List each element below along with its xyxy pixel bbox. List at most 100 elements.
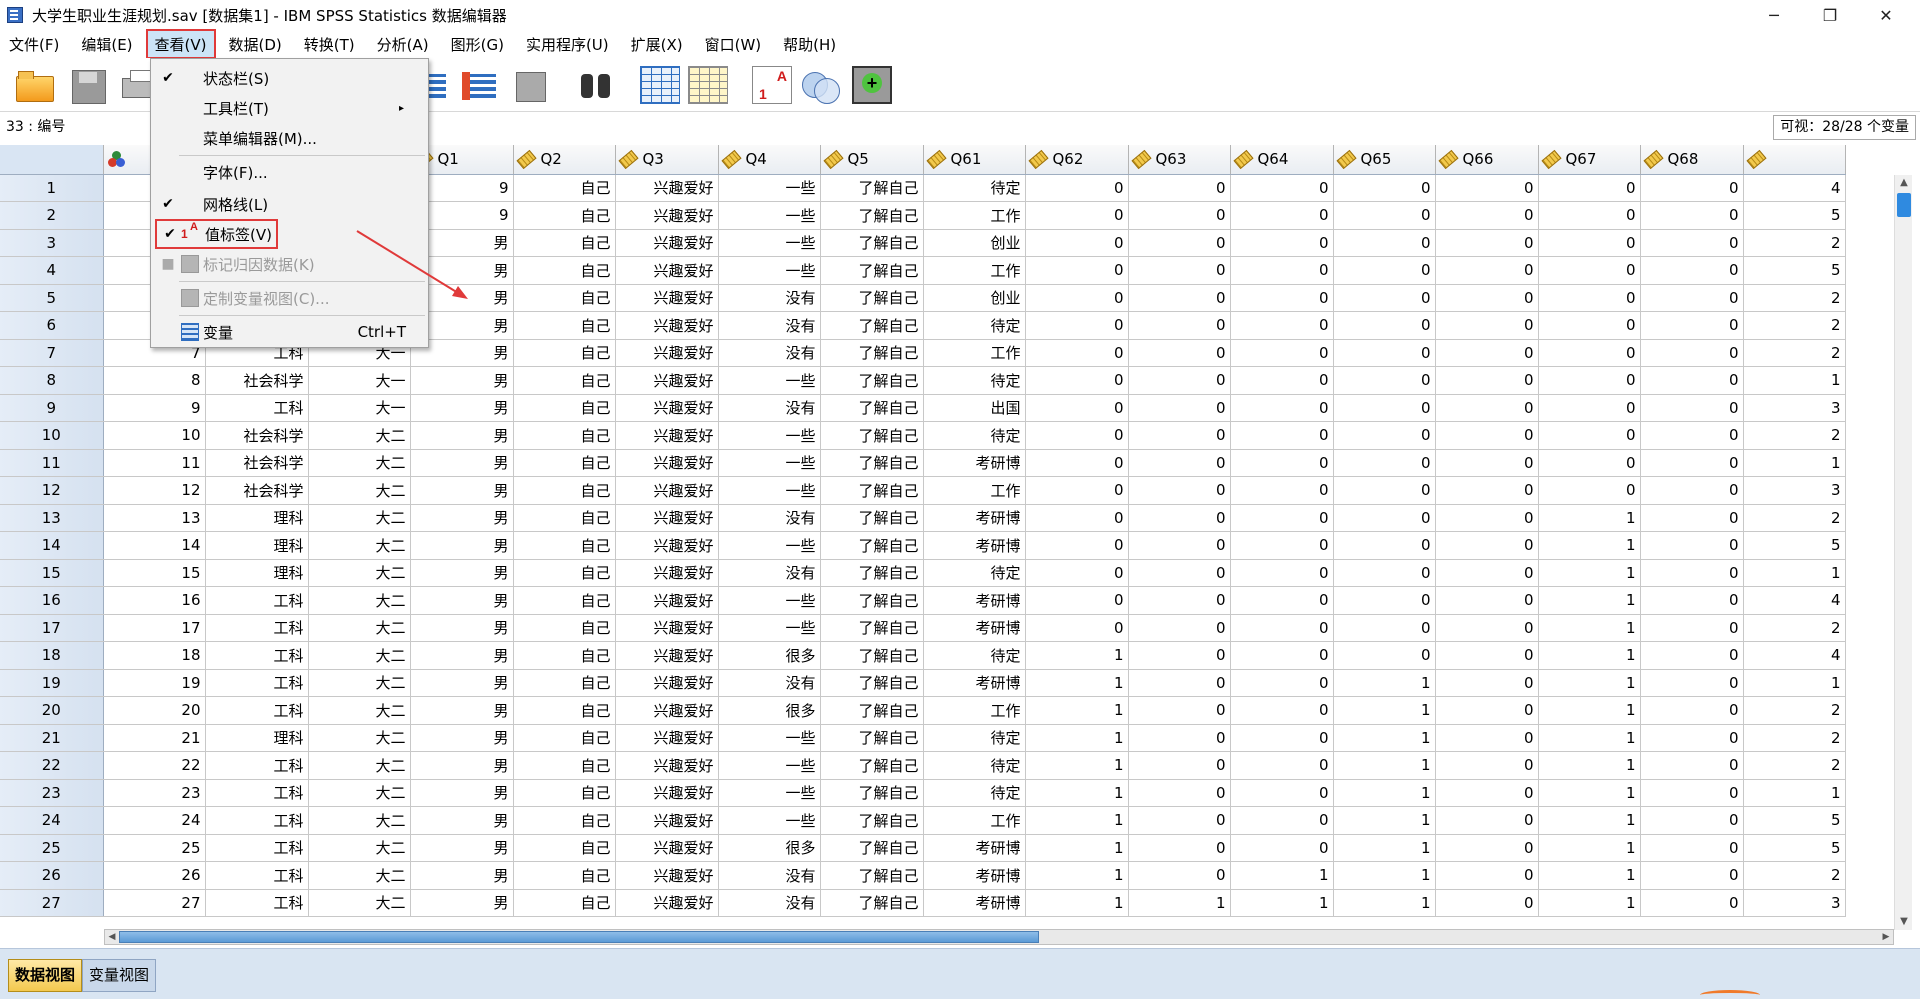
data-cell[interactable]: 0 [1333,366,1436,395]
data-cell[interactable]: 0 [1025,559,1129,587]
menu-edit[interactable]: 编辑(E) [74,31,139,57]
data-cell[interactable]: 工科 [205,834,309,862]
column-header[interactable]: Q68 [1640,145,1744,175]
data-cell[interactable]: 兴趣爱好 [615,504,719,532]
data-cell[interactable]: 0 [1640,531,1744,560]
data-cell[interactable]: 0 [1128,394,1231,422]
data-cell[interactable]: 0 [1230,449,1334,477]
data-cell[interactable]: 理科 [205,559,309,587]
data-cell[interactable]: 0 [1230,834,1334,862]
insert-variable-icon[interactable] [688,66,728,104]
data-cell[interactable]: 0 [1640,229,1744,257]
data-cell[interactable]: 0 [1230,806,1334,835]
data-cell[interactable]: 0 [1435,614,1539,642]
data-cell[interactable]: 1 [1538,531,1641,560]
data-cell[interactable]: 0 [1640,366,1744,395]
data-cell[interactable]: 0 [1435,586,1539,615]
data-cell[interactable]: 兴趣爱好 [615,174,719,202]
data-cell[interactable]: 0 [1435,174,1539,202]
data-cell[interactable]: 0 [1640,889,1744,917]
data-cell[interactable]: 2 [1743,724,1846,752]
data-cell[interactable]: 了解自己 [820,394,924,422]
data-cell[interactable]: 自己 [513,669,616,697]
data-cell[interactable]: 0 [1435,696,1539,725]
data-cell[interactable]: 0 [1640,394,1744,422]
table-row[interactable]: 19 19 工科 大二男自己 兴趣爱好 没有 了解自己 考研博 1 0 0 1 0 1 0 1 [0,669,1846,697]
row-number[interactable]: 17 [0,614,104,642]
data-cell[interactable]: 0 [1435,284,1539,312]
data-cell[interactable]: 0 [1025,339,1129,367]
data-cell[interactable]: 0 [1025,614,1129,642]
data-cell[interactable]: 0 [1435,779,1539,807]
table-row[interactable]: 20 20 工科 大二男自己 兴趣爱好 很多 了解自己 工作 1 0 0 1 0 1 0 2 [0,696,1846,725]
data-cell[interactable]: 1 [1538,889,1641,917]
column-header[interactable]: Q61 [923,145,1026,175]
menu-item-mark-imputed-data[interactable]: ■ 标记归因数据(K) [153,249,426,279]
horizontal-scrollbar[interactable]: ◀ ▶ [104,929,1894,945]
data-cell[interactable]: 2 [1743,504,1846,532]
data-cell[interactable]: 兴趣爱好 [615,614,719,642]
data-cell[interactable]: 理科 [205,531,309,560]
data-cell[interactable]: 大二 [308,504,411,532]
data-cell[interactable]: 一些 [718,531,821,560]
data-cell[interactable]: 工作 [923,201,1026,230]
row-number[interactable]: 11 [0,449,104,477]
data-cell[interactable]: 自己 [513,201,616,230]
data-cell[interactable]: 3 [1743,889,1846,917]
data-cell[interactable]: 0 [1128,476,1231,505]
data-cell[interactable]: 自己 [513,504,616,532]
data-cell[interactable]: 了解自己 [820,806,924,835]
data-cell[interactable]: 兴趣爱好 [615,256,719,285]
menu-item-variables[interactable]: 变量 Ctrl+T [153,317,426,347]
data-cell[interactable]: 5 [1743,834,1846,862]
open-folder-icon[interactable] [14,66,54,104]
row-number[interactable]: 1 [0,174,104,202]
data-cell[interactable]: 0 [1538,229,1641,257]
find-icon[interactable] [576,66,616,104]
row-number[interactable]: 18 [0,641,104,670]
row-number[interactable]: 20 [0,696,104,725]
data-cell[interactable]: 0 [1640,751,1744,780]
data-cell[interactable]: 兴趣爱好 [615,284,719,312]
data-cell[interactable]: 0 [1333,504,1436,532]
data-cell[interactable]: 0 [1128,504,1231,532]
data-cell[interactable]: 0 [1025,201,1129,230]
row-number[interactable]: 6 [0,311,104,340]
menu-help[interactable]: 帮助(H) [776,31,843,57]
data-cell[interactable]: 了解自己 [820,861,924,890]
data-cell[interactable]: 兴趣爱好 [615,201,719,230]
data-cell[interactable]: 0 [1435,641,1539,670]
data-cell[interactable]: 1 [1025,669,1129,697]
data-cell[interactable]: 0 [1640,614,1744,642]
data-cell[interactable]: 考研博 [923,834,1026,862]
column-header[interactable]: Q66 [1435,145,1539,175]
data-cell[interactable]: 自己 [513,641,616,670]
data-cell[interactable]: 1 [1333,834,1436,862]
menu-item-status-bar[interactable]: ✔ 状态栏(S) [153,63,426,93]
table-row[interactable]: 16 16 工科 大二男自己 兴趣爱好 一些 了解自己 考研博 0 0 0 0 0 1 0 4 [0,586,1846,615]
data-cell[interactable]: 20 [103,696,206,725]
value-labels-icon[interactable] [752,66,792,104]
data-cell[interactable]: 一些 [718,449,821,477]
data-cell[interactable]: 1 [1743,366,1846,395]
row-number[interactable]: 5 [0,284,104,312]
menu-item-toolbars[interactable]: 工具栏(T) ▸ [153,93,426,123]
data-cell[interactable]: 一些 [718,174,821,202]
data-cell[interactable]: 了解自己 [820,614,924,642]
data-cell[interactable]: 0 [1435,311,1539,340]
data-cell[interactable]: 1 [1538,669,1641,697]
data-cell[interactable]: 兴趣爱好 [615,339,719,367]
data-cell[interactable]: 一些 [718,806,821,835]
data-cell[interactable]: 了解自己 [820,284,924,312]
data-cell[interactable]: 5 [1743,201,1846,230]
scroll-right-icon[interactable]: ▶ [1879,930,1893,944]
data-cell[interactable]: 0 [1538,256,1641,285]
data-cell[interactable]: 0 [1128,531,1231,560]
data-cell[interactable]: 2 [1743,614,1846,642]
data-cell[interactable]: 大二 [308,449,411,477]
data-cell[interactable]: 0 [1128,339,1231,367]
data-cell[interactable]: 了解自己 [820,751,924,780]
data-cell[interactable]: 0 [1333,339,1436,367]
data-cell[interactable]: 26 [103,861,206,890]
data-cell[interactable]: 自己 [513,531,616,560]
